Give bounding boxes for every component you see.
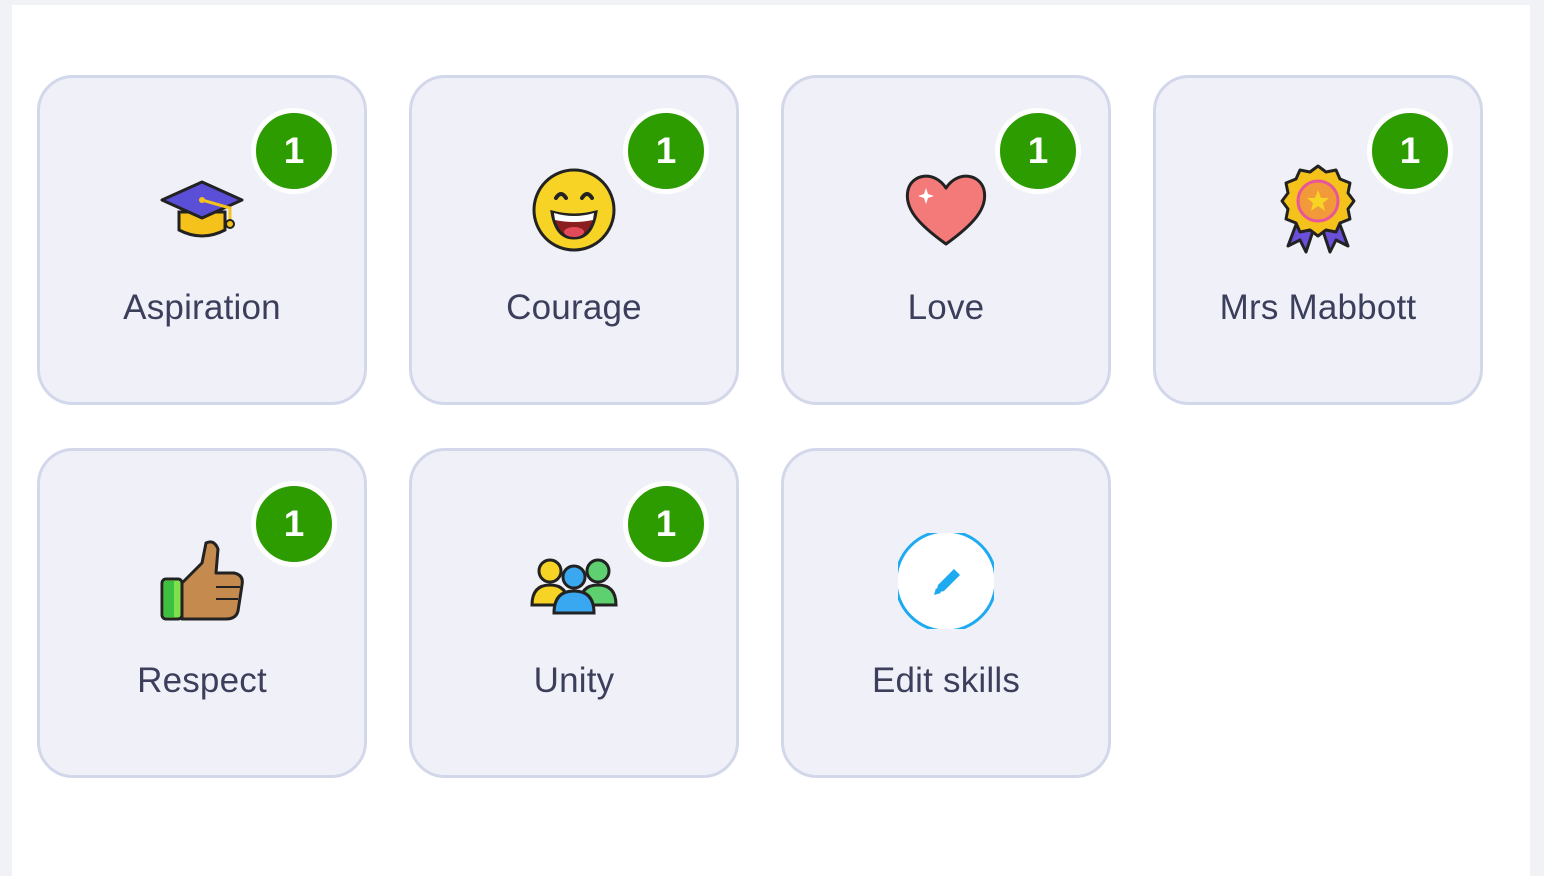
thumbs-up-icon <box>154 533 250 629</box>
graduation-cap-icon <box>154 160 250 256</box>
skill-tile-courage[interactable]: Courage 1 <box>409 75 739 405</box>
count-badge: 1 <box>623 481 709 567</box>
count-badge: 1 <box>1367 108 1453 194</box>
skill-tile-aspiration[interactable]: Aspiration 1 <box>37 75 367 405</box>
count-badge: 1 <box>623 108 709 194</box>
skills-panel: Aspiration 1 Courage 1 Love 1 Mrs Mabbot… <box>12 5 1530 876</box>
edit-skills-label: Edit skills <box>871 661 1021 700</box>
skill-tile-love[interactable]: Love 1 <box>781 75 1111 405</box>
group-people-icon <box>526 533 622 629</box>
skill-tile-mrs-mabbott[interactable]: Mrs Mabbott 1 <box>1153 75 1483 405</box>
pencil-circle-icon <box>898 533 994 629</box>
edit-skills-button[interactable]: Edit skills <box>781 448 1111 778</box>
skill-label: Unity <box>533 661 615 700</box>
heart-icon <box>898 160 994 256</box>
skill-tile-unity[interactable]: Unity 1 <box>409 448 739 778</box>
count-badge: 1 <box>251 481 337 567</box>
skill-label: Aspiration <box>123 288 281 327</box>
smiley-face-icon <box>526 160 622 256</box>
count-badge: 1 <box>995 108 1081 194</box>
skill-label: Courage <box>506 288 642 327</box>
count-badge: 1 <box>251 108 337 194</box>
skill-label: Respect <box>137 661 267 700</box>
skill-label: Mrs Mabbott <box>1219 288 1417 327</box>
award-rosette-icon <box>1270 160 1366 256</box>
skill-label: Love <box>907 288 985 327</box>
skill-tile-respect[interactable]: Respect 1 <box>37 448 367 778</box>
